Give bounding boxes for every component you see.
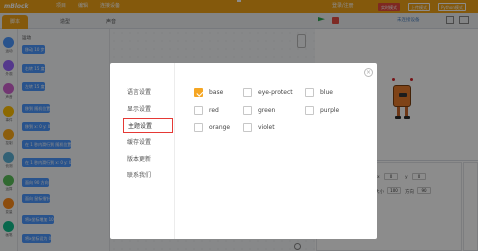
theme-label-eye-protect: eye-protect [258, 89, 293, 96]
theme-label-red: red [209, 107, 219, 114]
settings-nav: 语言设置 显示设置 主题设置 缓存设置 版本更新 联系我们 [110, 63, 175, 239]
nav-version-update[interactable]: 版本更新 [123, 152, 173, 167]
theme-label-green: green [258, 107, 276, 114]
close-icon[interactable]: × [364, 68, 373, 77]
nav-display-settings[interactable]: 显示设置 [123, 102, 173, 117]
checkbox-eye-protect[interactable] [243, 88, 252, 97]
checkbox-orange[interactable] [194, 123, 203, 132]
settings-dialog: 语言设置 显示设置 主题设置 缓存设置 版本更新 联系我们 × base eye… [110, 63, 377, 239]
checkbox-purple[interactable] [305, 106, 314, 115]
theme-label-violet: violet [258, 124, 275, 131]
nav-theme-settings[interactable]: 主题设置 [123, 118, 173, 133]
theme-label-purple: purple [320, 107, 340, 114]
theme-label-base: base [209, 89, 224, 96]
checkbox-green[interactable] [243, 106, 252, 115]
nav-cache-settings[interactable]: 缓存设置 [123, 135, 173, 150]
theme-label-blue: blue [320, 89, 333, 96]
checkbox-red[interactable] [194, 106, 203, 115]
checkbox-violet[interactable] [243, 123, 252, 132]
checkbox-blue[interactable] [305, 88, 314, 97]
theme-label-orange: orange [209, 124, 231, 131]
nav-contact-us[interactable]: 联系我们 [123, 168, 173, 183]
checkbox-base[interactable] [194, 88, 203, 97]
nav-language-settings[interactable]: 语言设置 [123, 85, 173, 100]
